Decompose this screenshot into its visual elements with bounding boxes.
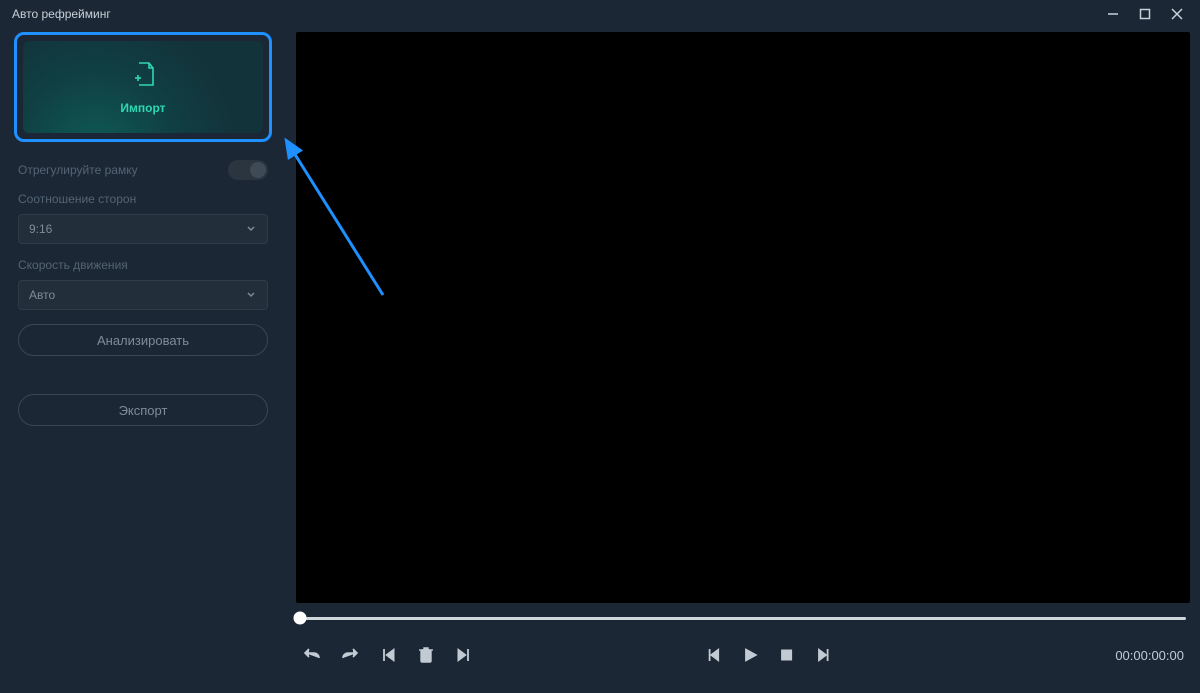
adjust-frame-label: Отрегулируйте рамку xyxy=(18,163,138,177)
reframe-controls: Отрегулируйте рамку Соотношение сторон 9… xyxy=(14,160,272,356)
aspect-ratio-label: Соотношение сторон xyxy=(18,192,268,206)
aspect-ratio-value: 9:16 xyxy=(29,222,52,236)
prev-frame-button[interactable] xyxy=(705,645,725,665)
window-controls xyxy=(1104,5,1192,23)
import-button[interactable]: Импорт xyxy=(23,41,263,133)
preview-column: 00:00:00:00 xyxy=(286,28,1200,693)
export-section: Экспорт xyxy=(14,394,272,426)
undo-button[interactable] xyxy=(302,645,322,665)
titlebar: Авто рефрейминг xyxy=(0,0,1200,28)
player-toolbar: 00:00:00:00 xyxy=(296,633,1190,677)
close-button[interactable] xyxy=(1168,5,1186,23)
import-file-icon xyxy=(129,60,157,93)
play-button[interactable] xyxy=(741,645,761,665)
chevron-down-icon xyxy=(245,222,257,237)
motion-speed-label: Скорость движения xyxy=(18,258,268,272)
motion-speed-value: Авто xyxy=(29,288,55,302)
aspect-ratio-select[interactable]: 9:16 xyxy=(18,214,268,244)
maximize-button[interactable] xyxy=(1136,5,1154,23)
sidebar: Импорт Отрегулируйте рамку Соотношение с… xyxy=(0,28,286,693)
window-title: Авто рефрейминг xyxy=(8,7,111,21)
chevron-down-icon xyxy=(245,288,257,303)
skip-back-button[interactable] xyxy=(378,645,398,665)
player-bar: 00:00:00:00 xyxy=(296,603,1190,685)
timestamp: 00:00:00:00 xyxy=(1115,648,1184,663)
adjust-frame-row: Отрегулируйте рамку xyxy=(18,160,268,180)
redo-button[interactable] xyxy=(340,645,360,665)
playback-controls xyxy=(705,645,833,665)
video-preview[interactable] xyxy=(296,32,1190,603)
edit-controls xyxy=(302,645,474,665)
delete-button[interactable] xyxy=(416,645,436,665)
next-frame-button[interactable] xyxy=(813,645,833,665)
scrubber[interactable] xyxy=(296,603,1190,633)
scrubber-playhead[interactable] xyxy=(294,612,307,625)
stop-button[interactable] xyxy=(777,645,797,665)
main-area: Импорт Отрегулируйте рамку Соотношение с… xyxy=(0,28,1200,693)
adjust-frame-toggle[interactable] xyxy=(228,160,268,180)
import-highlight-box: Импорт xyxy=(14,32,272,142)
skip-forward-button[interactable] xyxy=(454,645,474,665)
motion-speed-select[interactable]: Авто xyxy=(18,280,268,310)
analyze-button[interactable]: Анализировать xyxy=(18,324,268,356)
minimize-button[interactable] xyxy=(1104,5,1122,23)
import-label: Импорт xyxy=(120,101,165,115)
time-display: 00:00:00:00 xyxy=(1115,648,1184,663)
export-button[interactable]: Экспорт xyxy=(18,394,268,426)
app-window: Авто рефрейминг xyxy=(0,0,1200,693)
scrubber-track[interactable] xyxy=(300,617,1186,620)
